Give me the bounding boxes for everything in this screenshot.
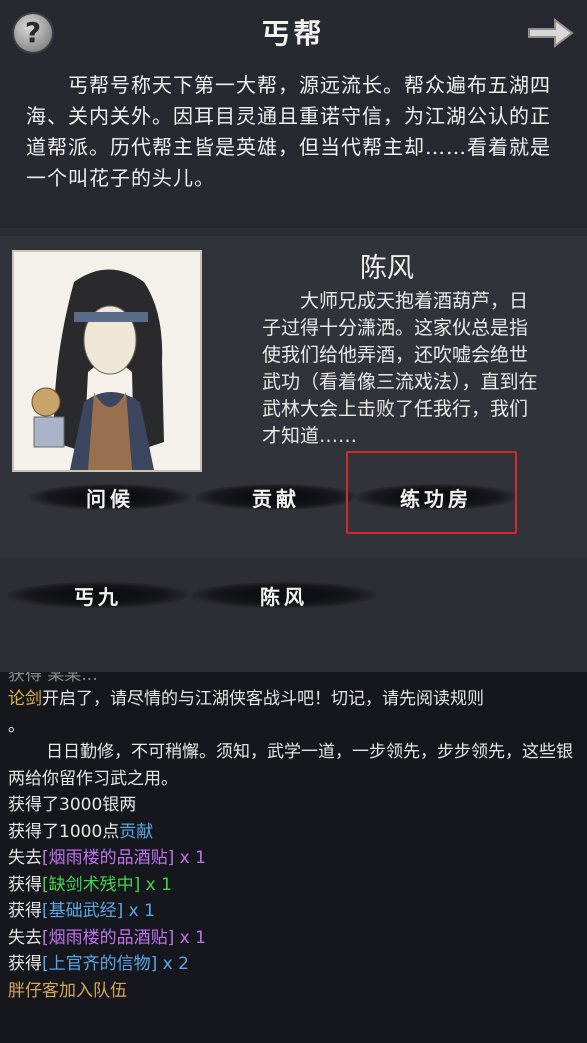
log-paragraph: 日日勤修，不可稍懈。须知，武学一道，一步领先，步步领先，这些银两给你留作习武之用… [8, 742, 573, 789]
item-qty: x 1 [174, 848, 206, 868]
sect-description: 丐帮号称天下第一大帮，源远流长。帮众遍布五湖四海、关内关外。因耳目灵通且重诺守信… [26, 73, 551, 190]
log-line: 获得了3000银两 [8, 795, 137, 815]
log-line: 获得[上官齐的信物] x 2 [0, 951, 587, 978]
member-label: 陈风 [260, 584, 308, 609]
log-line: 获得[基础武经] x 1 [0, 898, 587, 925]
log-line: 论剑开启了，请尽情的与江湖侠客战斗吧！切记，请先阅读规则 [0, 686, 587, 713]
greet-button[interactable]: 问候 [30, 474, 190, 520]
member-label: 丐九 [74, 584, 122, 609]
log-cut-line: 获得 某某... [8, 672, 98, 685]
log-line: 失去[烟雨楼的品酒贴] x 1 [0, 845, 587, 872]
log-highlight: 贡献 [119, 821, 154, 842]
contribute-button[interactable]: 贡献 [196, 474, 356, 520]
item-link[interactable]: [缺剑术残中] [42, 875, 140, 895]
sect-header: ? 丐帮 丐帮号称天下第一大帮，源远流长。帮众遍布五湖四海、关内关外。因耳目灵通… [0, 0, 587, 228]
character-name: 陈风 [360, 253, 414, 284]
log-text: 获得 [8, 901, 42, 921]
item-qty: x 1 [140, 874, 172, 895]
log-text: 获得 [8, 954, 42, 974]
item-link[interactable]: [上官齐的信物] [42, 954, 157, 974]
member-button-chenfeng[interactable]: 陈风 [192, 572, 376, 618]
highlight-box [346, 451, 517, 534]
log-highlight[interactable]: 论剑 [8, 689, 42, 709]
item-qty: x 1 [123, 901, 155, 921]
item-link[interactable]: [烟雨楼的品酒贴] [42, 848, 174, 868]
log-line: 胖仔客加入队伍 [8, 980, 127, 1001]
log-text: 获得 [8, 874, 42, 895]
item-qty: x 1 [174, 927, 206, 948]
item-link[interactable]: [基础武经] [42, 901, 123, 921]
character-portrait [12, 250, 202, 472]
log-line: 失去[烟雨楼的品酒贴] x 1 [0, 925, 587, 952]
message-log[interactable]: 获得 某某... 论剑开启了，请尽情的与江湖侠客战斗吧！切记，请先阅读规则 。 … [0, 672, 587, 1043]
greet-label: 问候 [86, 486, 134, 511]
log-line: 获得[缺剑术残中] x 1 [0, 872, 587, 899]
log-text: 失去 [8, 848, 42, 868]
character-bio: 大师兄成天抱着酒葫芦，日子过得十分潇洒。这家伙总是指使我们给他弄酒，还吹嘘会绝世… [262, 290, 538, 447]
log-line: 。 [8, 715, 25, 736]
item-qty: x 2 [157, 954, 189, 974]
item-link[interactable]: [烟雨楼的品酒贴] [42, 928, 174, 948]
log-line: 获得了1000点贡献 [0, 819, 587, 846]
log-text: 失去 [8, 927, 42, 948]
page-title: 丐帮 [261, 17, 326, 50]
log-text: 获得了1000点 [8, 821, 120, 842]
arrow-right-icon[interactable] [525, 16, 575, 50]
member-button-gaijiu[interactable]: 丐九 [8, 572, 188, 618]
log-text: 开启了，请尽情的与江湖侠客战斗吧！切记，请先阅读规则 [42, 689, 484, 709]
contribute-label: 贡献 [252, 486, 300, 511]
